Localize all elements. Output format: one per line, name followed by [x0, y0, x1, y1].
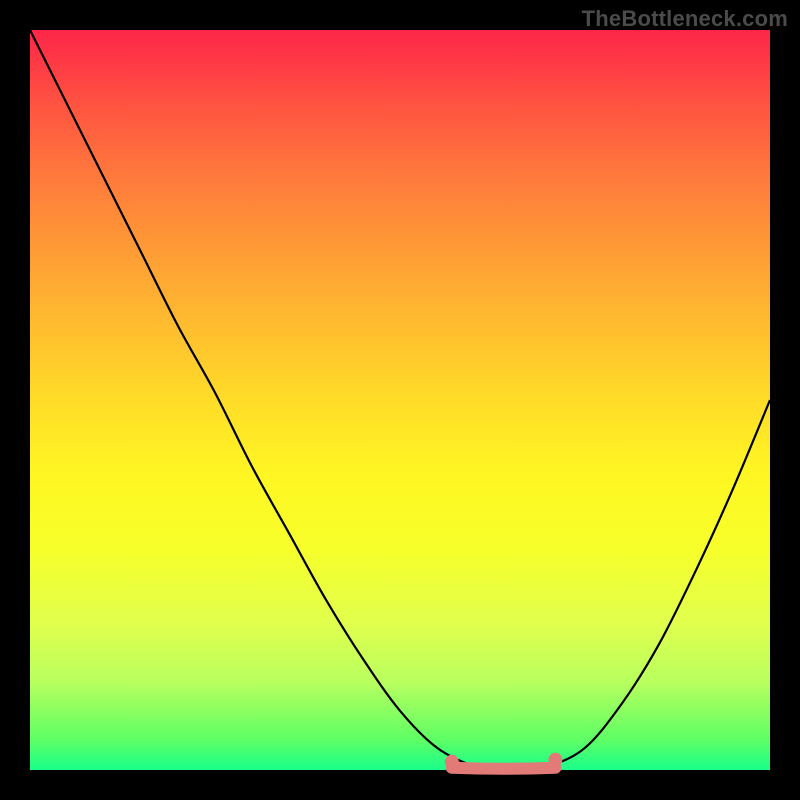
flat-region-end-dot [548, 753, 562, 767]
bottleneck-curve-svg [30, 30, 770, 770]
watermark-text: TheBottleneck.com [582, 6, 788, 32]
flat-region-start-dot [445, 755, 459, 769]
bottleneck-curve-path [30, 30, 770, 770]
flat-region-marker [452, 768, 556, 769]
